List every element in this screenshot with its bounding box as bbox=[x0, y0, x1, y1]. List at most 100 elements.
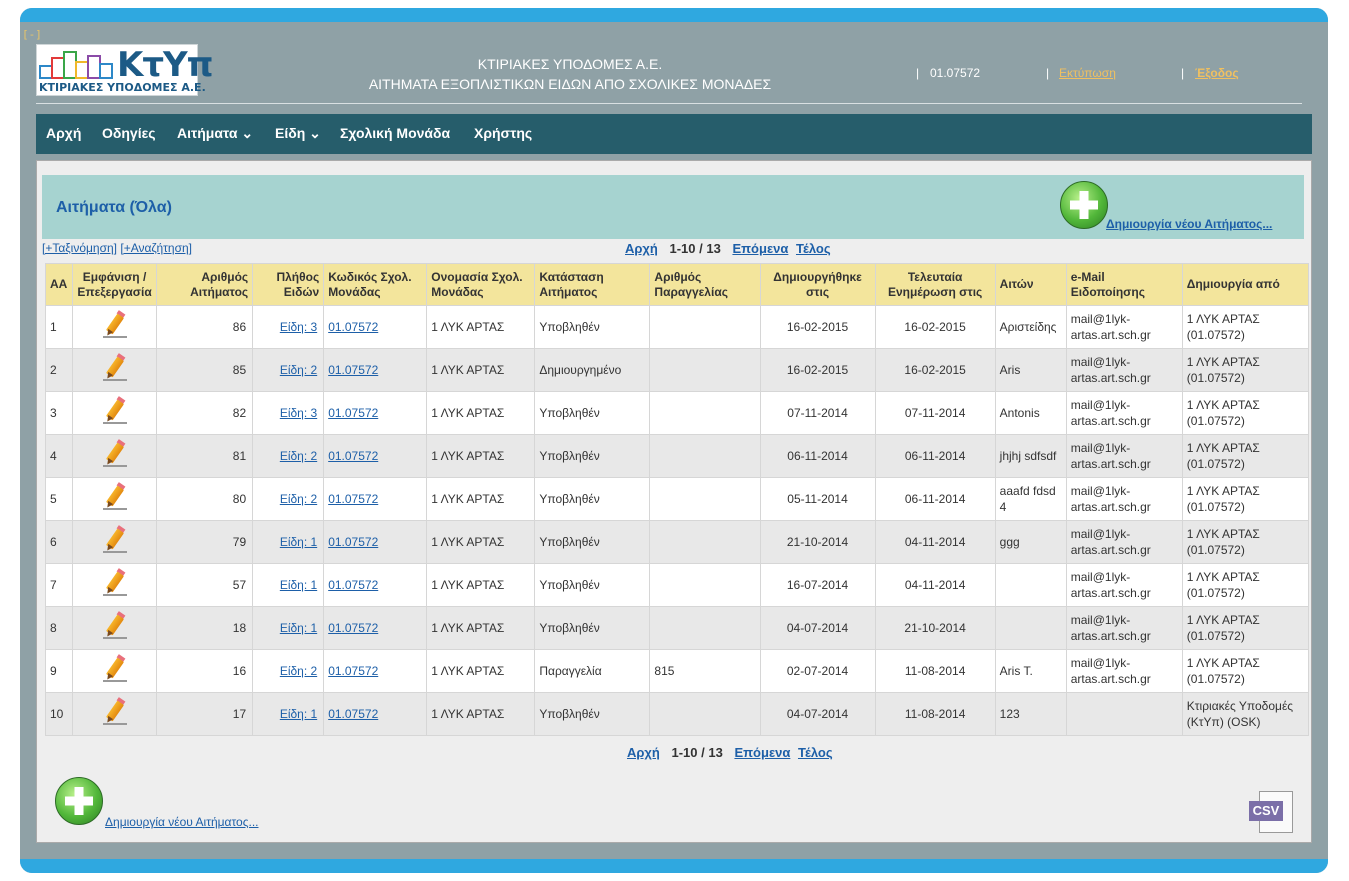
col-header-aa[interactable]: ΑΑ bbox=[44, 263, 74, 306]
col-header-request-number[interactable]: Αριθμός Αιτήματος bbox=[156, 263, 254, 306]
cell-item-count[interactable]: Είδη: 1 bbox=[252, 563, 325, 607]
cell-school-code[interactable]: 01.07572 bbox=[323, 606, 428, 650]
pencil-icon[interactable] bbox=[102, 568, 127, 596]
logo[interactable]: ΚτΥπ ΚΤΙΡΙΑΚΕΣ ΥΠΟΔΟΜΕΣ Α.Ε. bbox=[36, 44, 214, 96]
pager-first-link[interactable]: Αρχή bbox=[625, 241, 658, 256]
col-header-school-name[interactable]: Ονομασία Σχολ. Μονάδας bbox=[426, 263, 536, 306]
cell-school-code-link[interactable]: 01.07572 bbox=[328, 621, 378, 635]
cell-school-code[interactable]: 01.07572 bbox=[323, 305, 428, 349]
collapse-toggle[interactable]: [-] bbox=[22, 28, 42, 41]
cell-item-count-link[interactable]: Είδη: 1 bbox=[280, 535, 317, 549]
pencil-icon[interactable] bbox=[102, 611, 127, 639]
cell-edit[interactable] bbox=[72, 391, 158, 435]
print-link[interactable]: Εκτύπωση bbox=[1059, 66, 1116, 80]
cell-item-count-link[interactable]: Είδη: 1 bbox=[280, 707, 317, 721]
cell-item-count-link[interactable]: Είδη: 1 bbox=[280, 578, 317, 592]
cell-item-count-link[interactable]: Είδη: 2 bbox=[280, 492, 317, 506]
pager-next-link[interactable]: Επόμενα bbox=[734, 745, 790, 760]
nav-item-home[interactable]: Αρχή bbox=[46, 125, 81, 141]
pencil-icon[interactable] bbox=[102, 482, 127, 510]
pager-first-link[interactable]: Αρχή bbox=[627, 745, 660, 760]
pager-last-link[interactable]: Τέλος bbox=[796, 241, 831, 256]
cell-school-code-link[interactable]: 01.07572 bbox=[328, 406, 378, 420]
plus-circle-icon[interactable] bbox=[1060, 181, 1108, 229]
col-header-order-number[interactable]: Αριθμός Παραγγελίας bbox=[649, 263, 761, 306]
cell-school-code[interactable]: 01.07572 bbox=[323, 649, 428, 693]
cell-item-count[interactable]: Είδη: 1 bbox=[252, 606, 325, 650]
cell-edit[interactable] bbox=[72, 305, 158, 349]
col-header-created-by[interactable]: Δημιουργία από bbox=[1181, 263, 1310, 306]
pencil-icon[interactable] bbox=[102, 396, 127, 424]
cell-edit[interactable] bbox=[72, 520, 158, 564]
cell-edit[interactable] bbox=[72, 649, 158, 693]
cell-created: 07-11-2014 bbox=[759, 391, 876, 435]
nav-item-requests[interactable]: Αιτήματα ⌄ bbox=[177, 125, 253, 142]
cell-item-count-link[interactable]: Είδη: 3 bbox=[280, 406, 317, 420]
cell-school-code-link[interactable]: 01.07572 bbox=[328, 664, 378, 678]
pencil-icon[interactable] bbox=[102, 353, 127, 381]
create-request-link-top[interactable]: Δημιουργία νέου Αιτήματος... bbox=[1106, 217, 1272, 231]
col-header-email[interactable]: e-Mail Ειδοποίησης bbox=[1065, 263, 1183, 306]
cell-school-code-link[interactable]: 01.07572 bbox=[328, 320, 378, 334]
cell-edit[interactable] bbox=[72, 606, 158, 650]
col-header-view-edit[interactable]: Εμφάνιση / Επεξεργασία bbox=[72, 263, 158, 306]
cell-item-count[interactable]: Είδη: 2 bbox=[252, 649, 325, 693]
csv-file-icon[interactable]: CSV bbox=[1249, 791, 1293, 833]
cell-item-count[interactable]: Είδη: 1 bbox=[252, 692, 325, 736]
nav-item-school-unit[interactable]: Σχολική Μονάδα bbox=[340, 125, 450, 141]
col-header-school-code[interactable]: Κωδικός Σχολ. Μονάδας bbox=[323, 263, 428, 306]
cell-item-count[interactable]: Είδη: 2 bbox=[252, 477, 325, 521]
cell-school-code[interactable]: 01.07572 bbox=[323, 391, 428, 435]
pager-last-link[interactable]: Τέλος bbox=[798, 745, 833, 760]
search-toggle[interactable]: [+Αναζήτηση] bbox=[120, 241, 192, 255]
cell-edit[interactable] bbox=[72, 692, 158, 736]
create-request-link-bottom[interactable]: Δημιουργία νέου Αιτήματος... bbox=[105, 815, 259, 829]
cell-item-count-link[interactable]: Είδη: 2 bbox=[280, 363, 317, 377]
nav-item-instructions[interactable]: Οδηγίες bbox=[102, 125, 156, 141]
cell-school-code[interactable]: 01.07572 bbox=[323, 520, 428, 564]
nav-item-items[interactable]: Είδη ⌄ bbox=[275, 125, 321, 142]
cell-item-count-link[interactable]: Είδη: 2 bbox=[280, 664, 317, 678]
cell-school-code-link[interactable]: 01.07572 bbox=[328, 578, 378, 592]
pencil-icon[interactable] bbox=[102, 310, 127, 338]
plus-circle-icon[interactable] bbox=[55, 777, 103, 825]
cell-edit[interactable] bbox=[72, 348, 158, 392]
cell-school-code[interactable]: 01.07572 bbox=[323, 477, 428, 521]
pencil-icon[interactable] bbox=[102, 439, 127, 467]
sort-toggle[interactable]: [+Ταξινόμηση] bbox=[42, 241, 117, 255]
pager-next-link[interactable]: Επόμενα bbox=[732, 241, 788, 256]
cell-school-code-link[interactable]: 01.07572 bbox=[328, 707, 378, 721]
col-header-status[interactable]: Κατάσταση Αιτήματος bbox=[534, 263, 651, 306]
cell-school-code[interactable]: 01.07572 bbox=[323, 434, 428, 478]
cell-school-code-link[interactable]: 01.07572 bbox=[328, 535, 378, 549]
cell-created-by: 1 ΛΥΚ ΑΡΤΑΣ (01.07572) bbox=[1181, 649, 1310, 693]
cell-school-code-link[interactable]: 01.07572 bbox=[328, 363, 378, 377]
pencil-icon[interactable] bbox=[102, 525, 127, 553]
cell-item-count[interactable]: Είδη: 1 bbox=[252, 520, 325, 564]
col-header-item-count[interactable]: Πλήθος Ειδών bbox=[252, 263, 325, 306]
cell-item-count[interactable]: Είδη: 3 bbox=[252, 391, 325, 435]
cell-school-code[interactable]: 01.07572 bbox=[323, 692, 428, 736]
cell-aa: 9 bbox=[44, 649, 74, 693]
cell-school-code-link[interactable]: 01.07572 bbox=[328, 492, 378, 506]
cell-item-count-link[interactable]: Είδη: 1 bbox=[280, 621, 317, 635]
col-header-updated[interactable]: Τελευταία Ενημέρωση στις bbox=[874, 263, 996, 306]
cell-created-by: Κτιριακές Υποδομές (ΚτΥπ) (OSK) bbox=[1181, 692, 1310, 736]
cell-school-code-link[interactable]: 01.07572 bbox=[328, 449, 378, 463]
cell-item-count[interactable]: Είδη: 2 bbox=[252, 348, 325, 392]
cell-school-code[interactable]: 01.07572 bbox=[323, 563, 428, 607]
cell-edit[interactable] bbox=[72, 477, 158, 521]
col-header-created[interactable]: Δημιουργήθηκε στις bbox=[759, 263, 876, 306]
logout-link[interactable]: Έξοδος bbox=[1195, 66, 1239, 80]
cell-item-count[interactable]: Είδη: 3 bbox=[252, 305, 325, 349]
col-header-applicant[interactable]: Αιτών bbox=[994, 263, 1067, 306]
cell-item-count[interactable]: Είδη: 2 bbox=[252, 434, 325, 478]
cell-edit[interactable] bbox=[72, 563, 158, 607]
pencil-icon[interactable] bbox=[102, 697, 127, 725]
pencil-icon[interactable] bbox=[102, 654, 127, 682]
cell-edit[interactable] bbox=[72, 434, 158, 478]
cell-item-count-link[interactable]: Είδη: 2 bbox=[280, 449, 317, 463]
cell-item-count-link[interactable]: Είδη: 3 bbox=[280, 320, 317, 334]
nav-item-user[interactable]: Χρήστης bbox=[474, 125, 532, 141]
cell-school-code[interactable]: 01.07572 bbox=[323, 348, 428, 392]
